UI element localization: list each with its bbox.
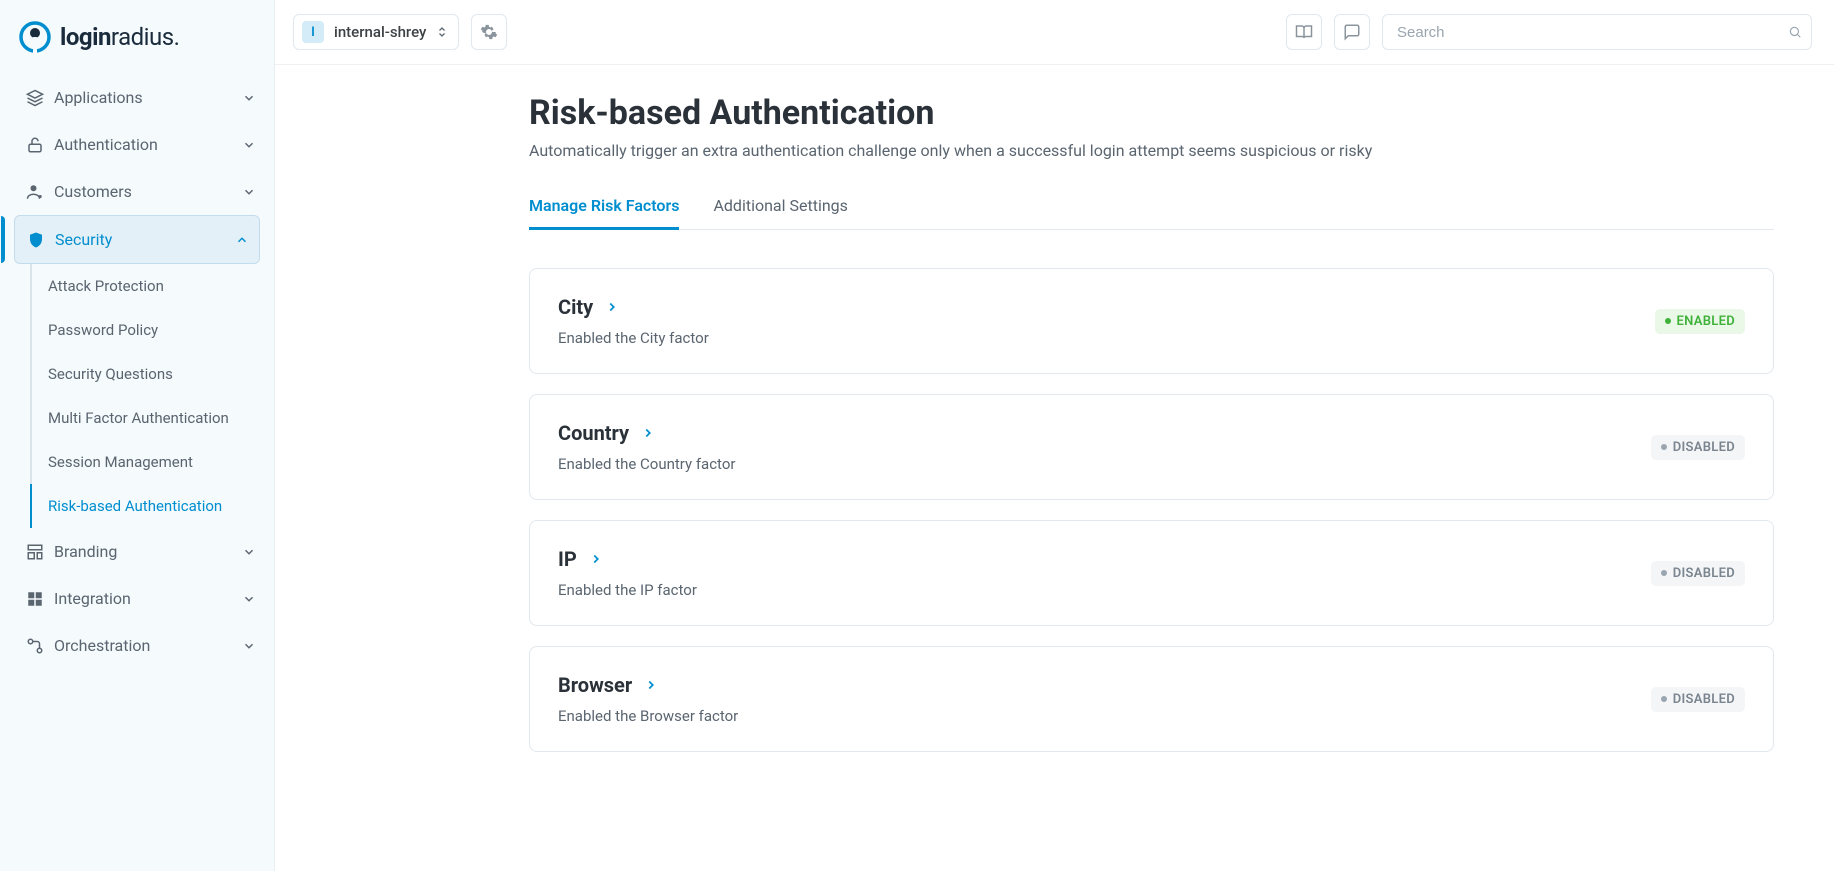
factor-desc: Enabled the IP factor xyxy=(558,581,697,599)
content: Risk-based Authentication Automatically … xyxy=(275,65,1834,871)
sidebar-subitem-rba[interactable]: Risk-based Authentication xyxy=(32,484,274,528)
chevron-right-icon xyxy=(641,426,655,440)
chevron-up-icon xyxy=(235,233,249,247)
factor-title: IP xyxy=(558,547,577,571)
factor-title: Browser xyxy=(558,673,632,697)
chevron-up-down-icon xyxy=(436,25,448,39)
book-icon xyxy=(1295,23,1313,41)
chat-button[interactable] xyxy=(1334,14,1370,50)
gear-icon xyxy=(480,23,498,41)
dot-icon xyxy=(1665,318,1671,324)
sidebar-item-customers[interactable]: Customers xyxy=(0,168,274,215)
sidebar-subitem-session-management[interactable]: Session Management xyxy=(32,440,274,484)
brand-name-light: radius. xyxy=(111,23,180,51)
shield-icon xyxy=(27,231,55,249)
factor-card-header[interactable]: Country xyxy=(558,421,735,445)
status-badge: DISABLED xyxy=(1651,687,1745,712)
factor-card-ip: IP Enabled the IP factor DISABLED xyxy=(529,520,1774,626)
factor-card-header[interactable]: Browser xyxy=(558,673,738,697)
grid-icon xyxy=(26,590,54,608)
sidebar-item-orchestration[interactable]: Orchestration xyxy=(0,622,274,669)
sidebar-item-label: Security xyxy=(55,230,235,249)
sidebar-item-label: Customers xyxy=(54,182,242,201)
docs-button[interactable] xyxy=(1286,14,1322,50)
main: I internal-shrey Risk-based Authenticati… xyxy=(275,0,1834,871)
status-badge: DISABLED xyxy=(1651,435,1745,460)
page-subtitle: Automatically trigger an extra authentic… xyxy=(529,141,1774,160)
search-wrap xyxy=(1382,14,1812,50)
factor-card-header[interactable]: City xyxy=(558,295,709,319)
layers-icon xyxy=(26,89,54,107)
sidebar-subitem-password-policy[interactable]: Password Policy xyxy=(32,308,274,352)
dot-icon xyxy=(1661,570,1667,576)
chevron-down-icon xyxy=(242,91,256,105)
logo-icon xyxy=(18,20,52,54)
theme-icon xyxy=(26,543,54,561)
sidebar-item-label: Integration xyxy=(54,589,242,608)
status-label: DISABLED xyxy=(1673,692,1735,707)
search-icon xyxy=(1788,25,1802,39)
page-title: Risk-based Authentication xyxy=(529,93,1774,133)
lock-icon xyxy=(26,136,54,154)
factor-desc: Enabled the Browser factor xyxy=(558,707,738,725)
app-badge: I xyxy=(302,21,324,43)
dot-icon xyxy=(1661,696,1667,702)
settings-button[interactable] xyxy=(471,14,507,50)
chevron-right-icon xyxy=(589,552,603,566)
factor-card-header[interactable]: IP xyxy=(558,547,697,571)
sidebar-subitem-mfa[interactable]: Multi Factor Authentication xyxy=(32,396,274,440)
sidebar-item-applications[interactable]: Applications xyxy=(0,74,274,121)
factor-card-country: Country Enabled the Country factor DISAB… xyxy=(529,394,1774,500)
chevron-down-icon xyxy=(242,185,256,199)
brand-name-bold: login xyxy=(60,23,111,51)
chevron-down-icon xyxy=(242,138,256,152)
tabs: Manage Risk Factors Additional Settings xyxy=(529,196,1774,230)
sidebar-subitem-security-questions[interactable]: Security Questions xyxy=(32,352,274,396)
dot-icon xyxy=(1661,444,1667,450)
sidebar-item-authentication[interactable]: Authentication xyxy=(0,121,274,168)
factor-desc: Enabled the Country factor xyxy=(558,455,735,473)
chevron-down-icon xyxy=(242,639,256,653)
status-label: ENABLED xyxy=(1677,314,1736,329)
user-icon xyxy=(26,183,54,201)
topbar: I internal-shrey xyxy=(275,0,1834,65)
tab-manage-risk-factors[interactable]: Manage Risk Factors xyxy=(529,196,679,229)
app-name: internal-shrey xyxy=(334,23,426,41)
sidebar-item-branding[interactable]: Branding xyxy=(0,528,274,575)
sidebar-item-label: Branding xyxy=(54,542,242,561)
sidebar-item-label: Authentication xyxy=(54,135,242,154)
search-input[interactable] xyxy=(1382,14,1812,50)
status-label: DISABLED xyxy=(1673,440,1735,455)
sidebar-item-label: Applications xyxy=(54,88,242,107)
chevron-down-icon xyxy=(242,592,256,606)
security-subitems: Attack Protection Password Policy Securi… xyxy=(30,264,274,528)
sidebar-item-integration[interactable]: Integration xyxy=(0,575,274,622)
app-picker[interactable]: I internal-shrey xyxy=(293,14,459,50)
chevron-right-icon xyxy=(644,678,658,692)
sidebar-item-security[interactable]: Security xyxy=(14,215,260,264)
chevron-right-icon xyxy=(605,300,619,314)
chat-icon xyxy=(1343,23,1361,41)
sidebar-subitem-attack-protection[interactable]: Attack Protection xyxy=(32,264,274,308)
brand-logo: loginradius. xyxy=(0,10,274,74)
factor-title: Country xyxy=(558,421,629,445)
chevron-down-icon xyxy=(242,545,256,559)
tab-additional-settings[interactable]: Additional Settings xyxy=(713,196,847,229)
factor-desc: Enabled the City factor xyxy=(558,329,709,347)
flow-icon xyxy=(26,637,54,655)
factor-card-browser: Browser Enabled the Browser factor DISAB… xyxy=(529,646,1774,752)
sidebar-item-label: Orchestration xyxy=(54,636,242,655)
factor-title: City xyxy=(558,295,593,319)
factor-card-city: City Enabled the City factor ENABLED xyxy=(529,268,1774,374)
status-badge: ENABLED xyxy=(1655,309,1746,334)
status-badge: DISABLED xyxy=(1651,561,1745,586)
sidebar: loginradius. Applications Authentication… xyxy=(0,0,275,871)
status-label: DISABLED xyxy=(1673,566,1735,581)
